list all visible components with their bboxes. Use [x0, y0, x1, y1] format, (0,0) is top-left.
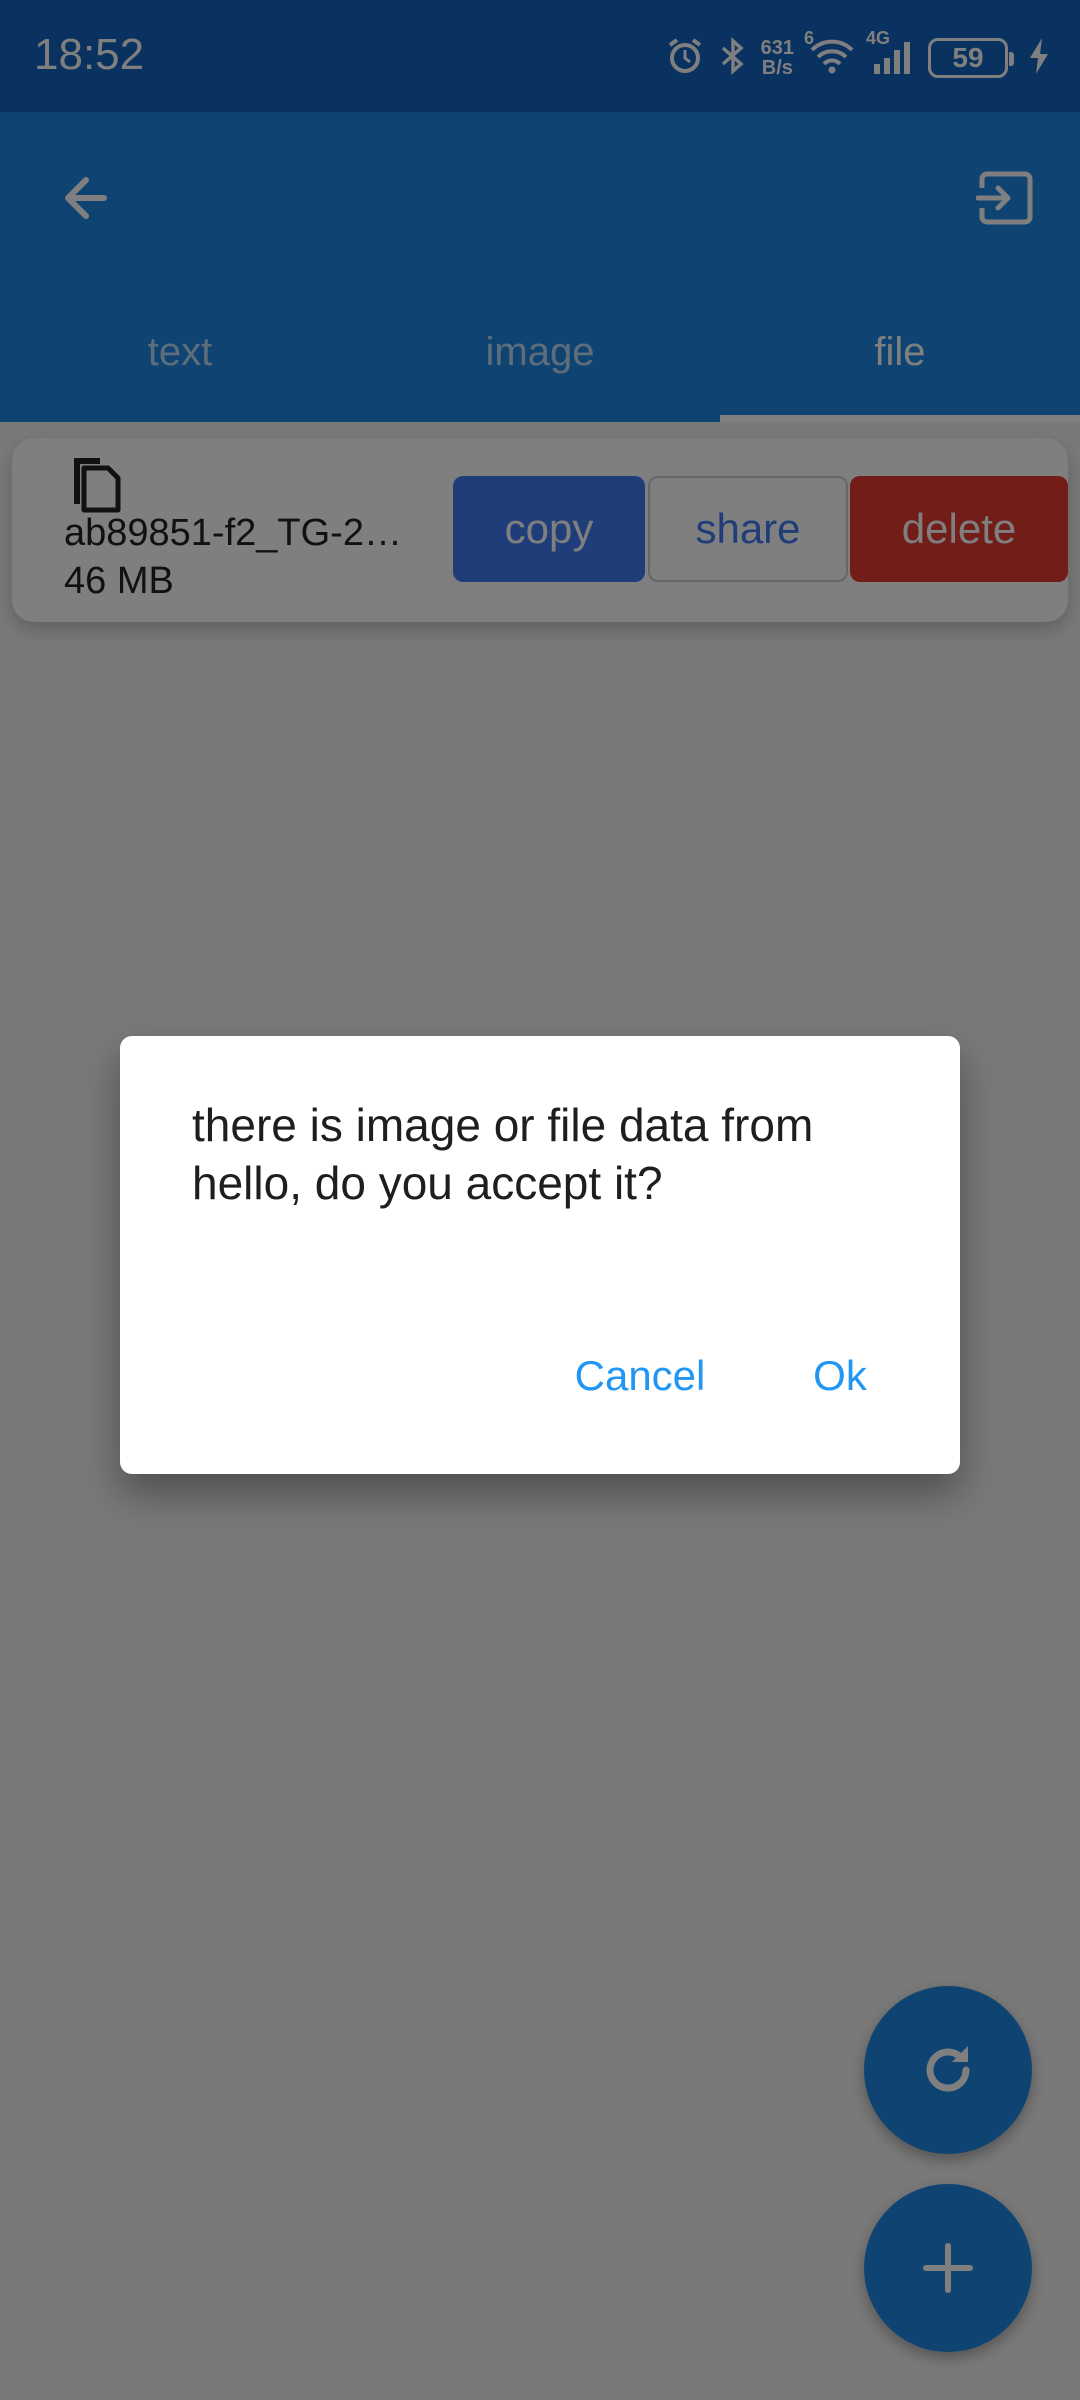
- cancel-button[interactable]: Cancel: [540, 1336, 740, 1416]
- accept-data-dialog: there is image or file data from hello, …: [120, 1036, 960, 1474]
- dialog-message: there is image or file data from hello, …: [192, 1099, 814, 1209]
- ok-button[interactable]: Ok: [780, 1336, 900, 1416]
